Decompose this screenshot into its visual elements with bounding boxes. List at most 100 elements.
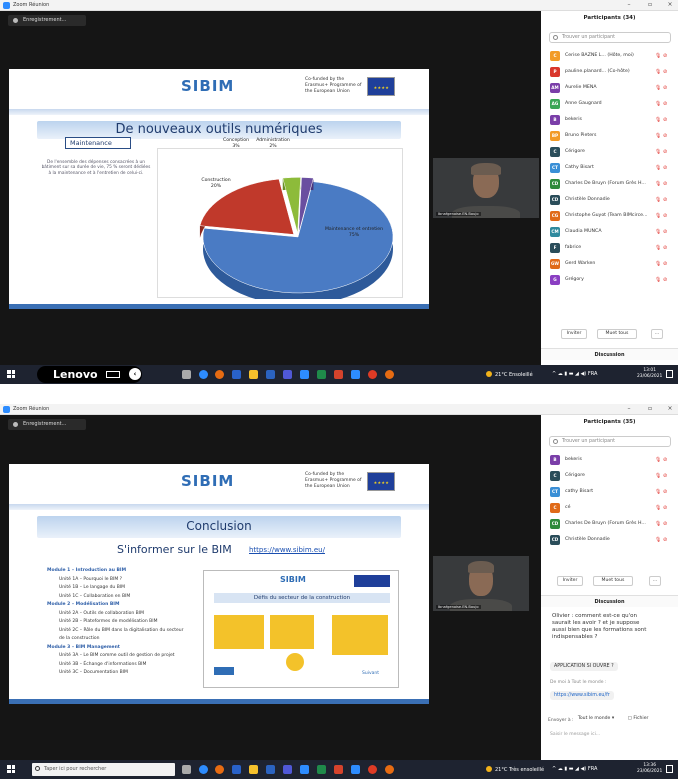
participant-row[interactable]: Ffabrice 🎙︎ ⊘	[541, 240, 678, 256]
camera-off-icon[interactable]: ⊘	[663, 245, 667, 251]
maximize-icon[interactable]: ▫	[645, 405, 655, 413]
camera-off-icon[interactable]: ⊘	[663, 521, 667, 527]
zoom-meeting-icon[interactable]	[351, 765, 360, 774]
recording-indicator[interactable]: Enregistrement...	[8, 15, 86, 26]
camera-off-icon[interactable]: ⊘	[663, 457, 667, 463]
close-icon[interactable]: ×	[665, 405, 675, 413]
chrome-icon[interactable]	[368, 765, 377, 774]
mic-muted-icon[interactable]: 🎙︎	[655, 101, 661, 107]
app-icon[interactable]	[385, 370, 394, 379]
camera-off-icon[interactable]: ⊘	[663, 489, 667, 495]
recording-indicator[interactable]: Enregistrement...	[8, 419, 86, 430]
chrome-icon[interactable]	[368, 370, 377, 379]
weather-widget[interactable]: 21°C Ensoleillé	[486, 371, 533, 378]
camera-off-icon[interactable]: ⊘	[663, 69, 667, 75]
camera-off-icon[interactable]: ⊘	[663, 149, 667, 155]
mic-muted-icon[interactable]: 🎙︎	[655, 245, 661, 251]
mic-muted-icon[interactable]: 🎙︎	[655, 53, 661, 59]
clock[interactable]: 13:36 23/06/2021	[637, 763, 662, 775]
camera-off-icon[interactable]: ⊘	[663, 85, 667, 91]
participant-row[interactable]: CG Christophe Guyot (Team BIMcirce... 🎙︎ ⊘	[541, 208, 678, 224]
participant-row[interactable]: Ccé 🎙︎ ⊘	[541, 500, 678, 516]
mic-muted-icon[interactable]: 🎙︎	[655, 277, 661, 283]
camera-off-icon[interactable]: ⊘	[663, 537, 667, 543]
mic-muted-icon[interactable]: 🎙︎	[655, 505, 661, 511]
more-button[interactable]: ...	[649, 576, 661, 586]
mute-all-button[interactable]: Muet tous	[597, 329, 637, 339]
mute-all-button[interactable]: Muet tous	[593, 576, 633, 586]
teams-icon[interactable]	[283, 370, 292, 379]
participant-row[interactable]: AG Anne Gaugnard 🎙︎ ⊘	[541, 96, 678, 112]
participant-row[interactable]: Bbekeris 🎙︎ ⊘	[541, 112, 678, 128]
participant-row[interactable]: Bbekeris 🎙︎ ⊘	[541, 452, 678, 468]
camera-off-icon[interactable]: ⊘	[663, 213, 667, 219]
participant-row[interactable]: BP Bruno Pieters 🎙︎ ⊘	[541, 128, 678, 144]
clock[interactable]: 13:01 23/06/2021	[637, 368, 662, 380]
participant-row[interactable]: CT cathy Bisart 🎙︎ ⊘	[541, 484, 678, 500]
participant-row[interactable]: CD Charles De Bruyn (Forum Grès H... 🎙︎ ⊘	[541, 516, 678, 532]
mic-muted-icon[interactable]: 🎙︎	[655, 521, 661, 527]
mic-muted-icon[interactable]: 🎙︎	[655, 133, 661, 139]
app-icon[interactable]	[385, 765, 394, 774]
word-icon[interactable]	[266, 370, 275, 379]
participant-row[interactable]: CD Charles De Bruyn (Forum Grès H... 🎙︎ ⊘	[541, 176, 678, 192]
edge-icon[interactable]	[199, 370, 208, 379]
zoom-icon[interactable]	[300, 370, 309, 379]
task-view-icon[interactable]	[182, 765, 191, 774]
windows-start-icon[interactable]	[7, 370, 15, 378]
edge-icon[interactable]	[199, 765, 208, 774]
word-icon[interactable]	[266, 765, 275, 774]
system-tray[interactable]: ^ ☁ ▮ ▬ ◢ ◀) FRA	[552, 766, 597, 772]
notification-icon[interactable]	[666, 765, 673, 773]
camera-off-icon[interactable]: ⊘	[663, 101, 667, 107]
mic-muted-icon[interactable]: 🎙︎	[655, 117, 661, 123]
participant-video[interactable]: Ibnafgenoise.EN.Boujo	[433, 556, 529, 611]
teams-icon[interactable]	[283, 765, 292, 774]
zoom-icon[interactable]	[300, 765, 309, 774]
camera-off-icon[interactable]: ⊘	[663, 277, 667, 283]
participant-row[interactable]: Ppauline.planard... (Co-hôte) 🎙︎ ⊘	[541, 64, 678, 80]
powerpoint-icon[interactable]	[334, 765, 343, 774]
participant-video[interactable]: Ibnafgenoise.EN.Boujo	[433, 158, 539, 218]
participant-row[interactable]: C Cérigore 🎙︎ ⊘	[541, 468, 678, 484]
zoom-meeting-icon[interactable]	[351, 370, 360, 379]
camera-off-icon[interactable]: ⊘	[663, 261, 667, 267]
mic-muted-icon[interactable]: 🎙︎	[655, 261, 661, 267]
mic-muted-icon[interactable]: 🎙︎	[655, 165, 661, 171]
camera-off-icon[interactable]: ⊘	[663, 505, 667, 511]
slide-url-link[interactable]: https://www.sibim.eu/	[249, 546, 325, 554]
camera-off-icon[interactable]: ⊘	[663, 197, 667, 203]
firefox-icon[interactable]	[215, 765, 224, 774]
mic-muted-icon[interactable]: 🎙︎	[655, 457, 661, 463]
mic-muted-icon[interactable]: 🎙︎	[655, 537, 661, 543]
invite-button[interactable]: Inviter	[561, 329, 587, 339]
chat-link[interactable]: https://www.sibim.eu/fr	[550, 691, 614, 700]
participant-row[interactable]: AM Aurelie MENA 🎙︎ ⊘	[541, 80, 678, 96]
maximize-icon[interactable]: ▫	[645, 1, 655, 9]
system-tray[interactable]: ^ ☁ ▮ ▬ ◢ ◀) FRA	[552, 371, 597, 377]
windows-start-icon[interactable]	[7, 765, 15, 773]
participant-row[interactable]: CD Christèle Donnadie 🎙︎ ⊘	[541, 532, 678, 548]
participant-row[interactable]: C Cerise BAZNE L... (Hôte, moi) 🎙︎ ⊘	[541, 48, 678, 64]
participant-search-input[interactable]: Trouver un participant	[549, 436, 671, 447]
outlook-icon[interactable]	[232, 370, 241, 379]
mic-muted-icon[interactable]: 🎙︎	[655, 85, 661, 91]
excel-icon[interactable]	[317, 765, 326, 774]
camera-off-icon[interactable]: ⊘	[663, 53, 667, 59]
more-button[interactable]: ...	[651, 329, 663, 339]
camera-off-icon[interactable]: ⊘	[663, 165, 667, 171]
camera-off-icon[interactable]: ⊘	[663, 133, 667, 139]
file-button[interactable]: ▢ Fichier	[625, 715, 651, 725]
participant-search-input[interactable]: Trouver un participant	[549, 32, 671, 43]
camera-off-icon[interactable]: ⊘	[663, 117, 667, 123]
participant-row[interactable]: CT Cathy Bisart 🎙︎ ⊘	[541, 160, 678, 176]
mic-muted-icon[interactable]: 🎙︎	[655, 69, 661, 75]
mic-muted-icon[interactable]: 🎙︎	[655, 149, 661, 155]
participant-row[interactable]: GW Gerd Warken 🎙︎ ⊘	[541, 256, 678, 272]
powerpoint-icon[interactable]	[334, 370, 343, 379]
folder-icon[interactable]	[249, 370, 258, 379]
discussion-header[interactable]: Discussion	[541, 348, 678, 360]
discussion-header[interactable]: Discussion	[541, 595, 678, 607]
participant-row[interactable]: CD Christèle Donnadie 🎙︎ ⊘	[541, 192, 678, 208]
excel-icon[interactable]	[317, 370, 326, 379]
